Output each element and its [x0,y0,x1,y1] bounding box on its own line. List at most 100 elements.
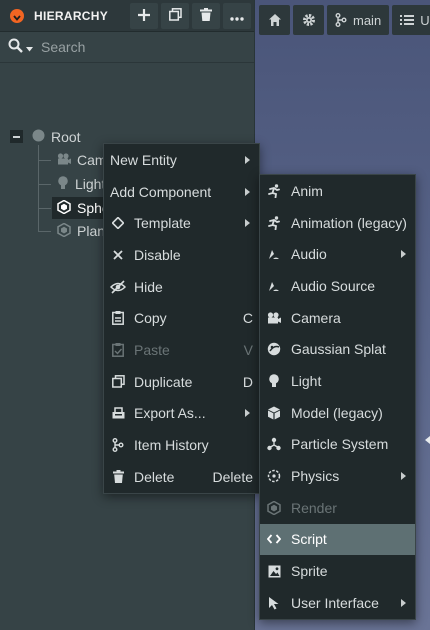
collapse-panel-button[interactable] [10,8,24,24]
settings-button[interactable] [293,5,324,35]
menu-item-camera[interactable]: Camera [260,302,415,334]
menu-item-copy[interactable]: Copy C [104,302,259,334]
copy-icon [110,310,126,326]
search-filter-button[interactable] [8,38,33,56]
gizmo-marker-icon [425,436,430,444]
menu-item-label: Script [291,531,327,548]
camera-icon [57,152,71,168]
menu-item-label: Anim [291,182,323,199]
menu-item-label: Gaussian Splat [291,341,386,358]
entity-icon [32,129,45,145]
menu-item-user-interface[interactable]: User Interface [260,587,415,619]
submenu-arrow-icon [401,250,406,259]
menu-item-model-legacy[interactable]: Model (legacy) [260,397,415,429]
menu-item-new-entity[interactable]: New Entity [104,144,259,176]
menu-item-label: Particle System [291,436,389,453]
menu-item-audio-source[interactable]: Audio Source [260,270,415,302]
root-collapse-toggle[interactable] [10,130,23,143]
list-icon [400,14,415,26]
submenu-arrow-icon [245,219,250,228]
script-icon [266,531,282,547]
shortcut-label: Delete [212,468,253,485]
caret-down-icon [26,39,33,55]
menu-item-anim[interactable]: Anim [260,175,415,207]
search-input[interactable] [41,39,241,55]
menu-item-label: Model (legacy) [291,404,383,421]
animation-icon [266,215,282,231]
menu-item-item-history[interactable]: Item History [104,429,259,461]
more-icon [230,8,244,24]
menu-item-export-as[interactable]: Export As... [104,398,259,430]
history-icon [110,437,126,453]
tree-connector [38,184,51,185]
menu-item-label: New Entity [110,151,177,168]
menu-item-label: Light [291,372,322,389]
delete-entity-button[interactable] [192,2,220,29]
tree-item-light[interactable]: Light [57,173,105,195]
audio-source-icon [266,278,282,294]
gear-icon [302,13,316,27]
plus-icon [138,8,150,24]
menu-item-label: Item History [134,437,209,454]
tree-connector [38,160,51,161]
branch-button[interactable]: main [327,5,390,35]
camera-icon [266,310,282,326]
render-icon [266,500,282,516]
menu-item-label: Physics [291,468,340,485]
light-icon [266,373,282,389]
menu-item-label: Add Component [110,183,212,200]
menu-item-particle-system[interactable]: Particle System [260,429,415,461]
search-bar [0,32,254,63]
menu-item-template[interactable]: Template [104,207,259,239]
menu-item-label: Audio Source [291,277,376,294]
user-interface-icon [266,595,282,611]
model-icon [57,199,71,217]
menu-item-delete[interactable]: Delete Delete [104,461,259,493]
template-icon [110,215,126,231]
export-icon [110,405,126,421]
particle-system-icon [266,436,282,452]
duplicate-icon [110,374,126,390]
tree-item-label: Root [51,129,81,145]
menu-item-label: Duplicate [134,373,193,390]
menu-item-label: Copy [134,310,167,327]
menu-item-duplicate[interactable]: Duplicate D [104,366,259,398]
duplicate-entity-button[interactable] [161,2,189,29]
menu-item-label: Animation (legacy) [291,214,407,231]
menu-item-script[interactable]: Script [260,523,415,556]
menu-item-gaussian-splat[interactable]: Gaussian Splat [260,333,415,365]
paste-icon [110,342,126,358]
home-button[interactable] [259,5,290,35]
menu-item-sprite[interactable]: Sprite [260,555,415,587]
more-options-button[interactable] [223,2,251,29]
chevron-down-icon [13,8,21,24]
menu-item-render: Render [260,492,415,524]
viewport-toolbar: main U [259,5,430,35]
menu-item-label: Audio [291,246,327,263]
list-button[interactable]: U [392,5,430,35]
menu-item-audio[interactable]: Audio [260,238,415,270]
submenu-arrow-icon [245,409,250,418]
panel-header: HIERARCHY [0,0,254,32]
list-button-label: U [420,12,430,28]
shortcut-label: D [242,373,253,390]
physics-icon [266,468,282,484]
menu-item-physics[interactable]: Physics [260,460,415,492]
menu-item-label: Hide [134,278,163,295]
add-entity-button[interactable] [130,2,158,29]
shortcut-label: C [242,310,253,327]
tree-item-root[interactable]: Root [32,126,81,148]
anim-icon [266,183,282,199]
close-icon [110,247,126,263]
menu-item-animation-legacy[interactable]: Animation (legacy) [260,207,415,239]
menu-item-paste: Paste V [104,334,259,366]
home-icon [268,13,282,27]
menu-item-light[interactable]: Light [260,365,415,397]
menu-item-disable[interactable]: Disable [104,239,259,271]
menu-item-hide[interactable]: Hide [104,271,259,303]
menu-item-add-component[interactable]: Add Component [104,175,259,208]
tree-item-label: Light [75,176,106,192]
entity-context-menu: New Entity Add Component Template Disabl… [103,143,260,494]
menu-item-label: Delete [134,468,175,485]
menu-item-label: Template [134,215,191,232]
